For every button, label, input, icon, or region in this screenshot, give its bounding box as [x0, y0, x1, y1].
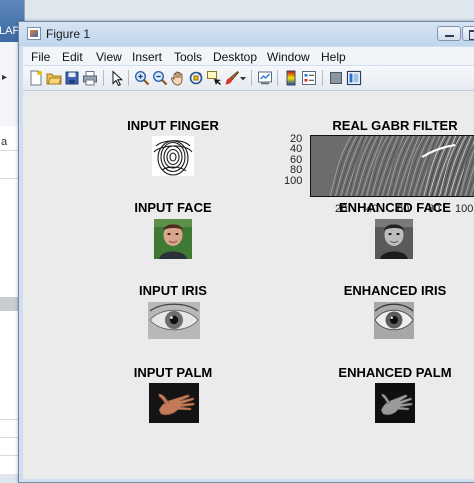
- input-palm-title: INPUT PALM: [134, 365, 212, 380]
- new-figure-icon[interactable]: [28, 70, 44, 86]
- figure-window: Figure 1 File Edit View Insert Tools Des…: [18, 21, 474, 483]
- maximize-button[interactable]: [462, 26, 474, 41]
- save-figure-icon[interactable]: [64, 70, 80, 86]
- toolbar-separator: [322, 70, 323, 86]
- show-plot-tools-icon[interactable]: [346, 70, 362, 86]
- fingerprint-image: [152, 136, 194, 176]
- enhanced-palm-title: ENHANCED PALM: [338, 365, 451, 380]
- background-panel-label: a: [1, 136, 7, 148]
- menu-view[interactable]: View: [96, 50, 122, 64]
- toolbar-separator: [251, 70, 252, 86]
- figure-title: Figure 1: [46, 27, 90, 41]
- enhanced-iris-title: ENHANCED IRIS: [344, 283, 447, 298]
- data-cursor-icon[interactable]: [206, 70, 222, 86]
- hide-plot-tools-icon[interactable]: [328, 70, 344, 86]
- toolbar-separator: [128, 70, 129, 86]
- enhanced-palm-image: [375, 383, 415, 423]
- enhanced-iris-image: [374, 302, 414, 339]
- insert-legend-icon[interactable]: [301, 70, 317, 86]
- toolbar-separator: [277, 70, 278, 86]
- dropdown-arrow-icon[interactable]: ▸: [2, 72, 7, 83]
- enhanced-face-title: ENHANCED FACE: [339, 200, 451, 215]
- menu-tools[interactable]: Tools: [174, 50, 202, 64]
- zoom-in-icon[interactable]: [134, 70, 150, 86]
- brush-icon[interactable]: [224, 70, 240, 86]
- edit-plot-arrow-icon[interactable]: [109, 70, 125, 86]
- menu-file[interactable]: File: [31, 50, 50, 64]
- open-file-icon[interactable]: [46, 70, 62, 86]
- figure-toolbar: [23, 66, 474, 91]
- print-figure-icon[interactable]: [82, 70, 98, 86]
- toolbar-separator: [103, 70, 104, 86]
- figure-window-icon: [27, 27, 41, 40]
- input-iris-title: INPUT IRIS: [139, 283, 207, 298]
- link-plot-icon[interactable]: [257, 70, 273, 86]
- brush-dropdown-icon[interactable]: [239, 70, 247, 86]
- gabor-filter-title: REAL GABR FILTER: [332, 118, 457, 133]
- minimize-icon: [445, 35, 454, 37]
- input-iris-image: [148, 302, 200, 339]
- menu-help[interactable]: Help: [321, 50, 346, 64]
- maximize-icon: [469, 30, 474, 40]
- input-face-title: INPUT FACE: [134, 200, 211, 215]
- zoom-out-icon[interactable]: [152, 70, 168, 86]
- menu-edit[interactable]: Edit: [62, 50, 83, 64]
- gabor-x-tick: 100: [455, 203, 473, 215]
- rotate-3d-icon[interactable]: [188, 70, 204, 86]
- gabor-y-tick: 100: [284, 175, 302, 187]
- menu-bar: File Edit View Insert Tools Desktop Wind…: [23, 47, 474, 65]
- menu-insert[interactable]: Insert: [132, 50, 162, 64]
- pan-hand-icon[interactable]: [170, 70, 186, 86]
- input-finger-title: INPUT FINGER: [127, 118, 219, 133]
- figure-title-bar[interactable]: Figure 1: [19, 22, 474, 46]
- minimize-button[interactable]: [437, 26, 461, 41]
- insert-colorbar-icon[interactable]: [283, 70, 299, 86]
- input-palm-image: [149, 383, 199, 423]
- input-face-image: [154, 219, 192, 259]
- gabor-filter-image: [310, 135, 474, 197]
- enhanced-face-image: [375, 219, 413, 259]
- figure-canvas: INPUT FINGER REAL GABR FILTER 20 40 60 8: [23, 91, 474, 479]
- menu-window[interactable]: Window: [267, 50, 310, 64]
- menu-desktop[interactable]: Desktop: [213, 50, 257, 64]
